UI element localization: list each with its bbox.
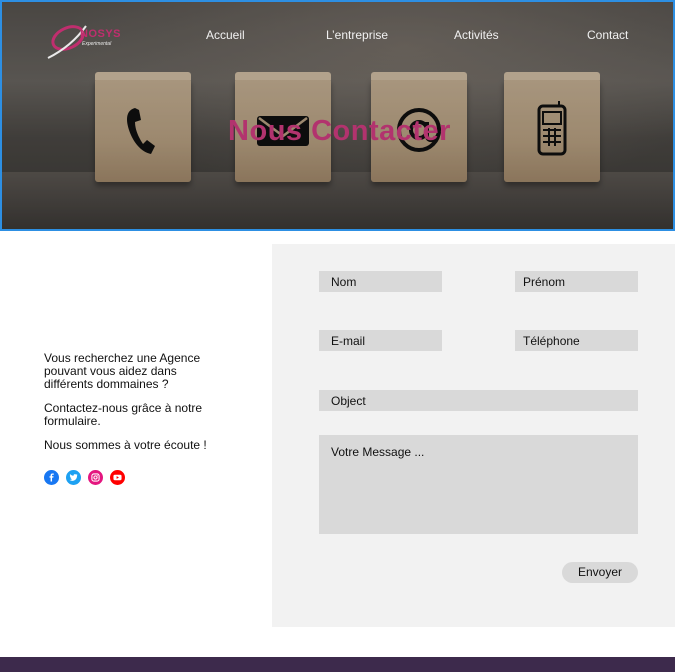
nav-item-contact[interactable]: Contact: [587, 28, 628, 42]
send-button[interactable]: Envoyer: [562, 562, 638, 583]
twitter-icon[interactable]: [66, 470, 81, 485]
intro-paragraph: Nous sommes à votre écoute !: [44, 438, 207, 452]
site-footer: [0, 657, 675, 672]
main-nav: Accueil L’entreprise Activités Contact: [2, 28, 673, 48]
hero-banner: NOSYS Experimental Accueil L’entreprise …: [0, 0, 675, 231]
intro-paragraph: Contactez-nous grâce à notre formulaire.: [44, 401, 203, 428]
facebook-icon[interactable]: [44, 470, 59, 485]
intro-paragraph: Vous recherchez une Agence pouvant vous …: [44, 351, 201, 391]
nav-item-entreprise[interactable]: L’entreprise: [326, 28, 388, 42]
youtube-icon[interactable]: [110, 470, 125, 485]
contact-intro: Vous recherchez une Agence pouvant vous …: [44, 352, 224, 463]
message-textarea[interactable]: Votre Message ...: [319, 435, 638, 534]
nav-item-activites[interactable]: Activités: [454, 28, 499, 42]
nav-item-accueil[interactable]: Accueil: [206, 28, 245, 42]
instagram-icon[interactable]: [88, 470, 103, 485]
nom-field[interactable]: Nom: [319, 271, 442, 292]
page-title: Nous Contacter: [228, 115, 451, 147]
email-field[interactable]: E-mail: [319, 330, 442, 351]
contact-form: Nom Prénom E-mail Téléphone Object Votre…: [272, 244, 675, 627]
telephone-field[interactable]: Téléphone: [515, 330, 638, 351]
object-field[interactable]: Object: [319, 390, 638, 411]
prenom-field[interactable]: Prénom: [515, 271, 638, 292]
